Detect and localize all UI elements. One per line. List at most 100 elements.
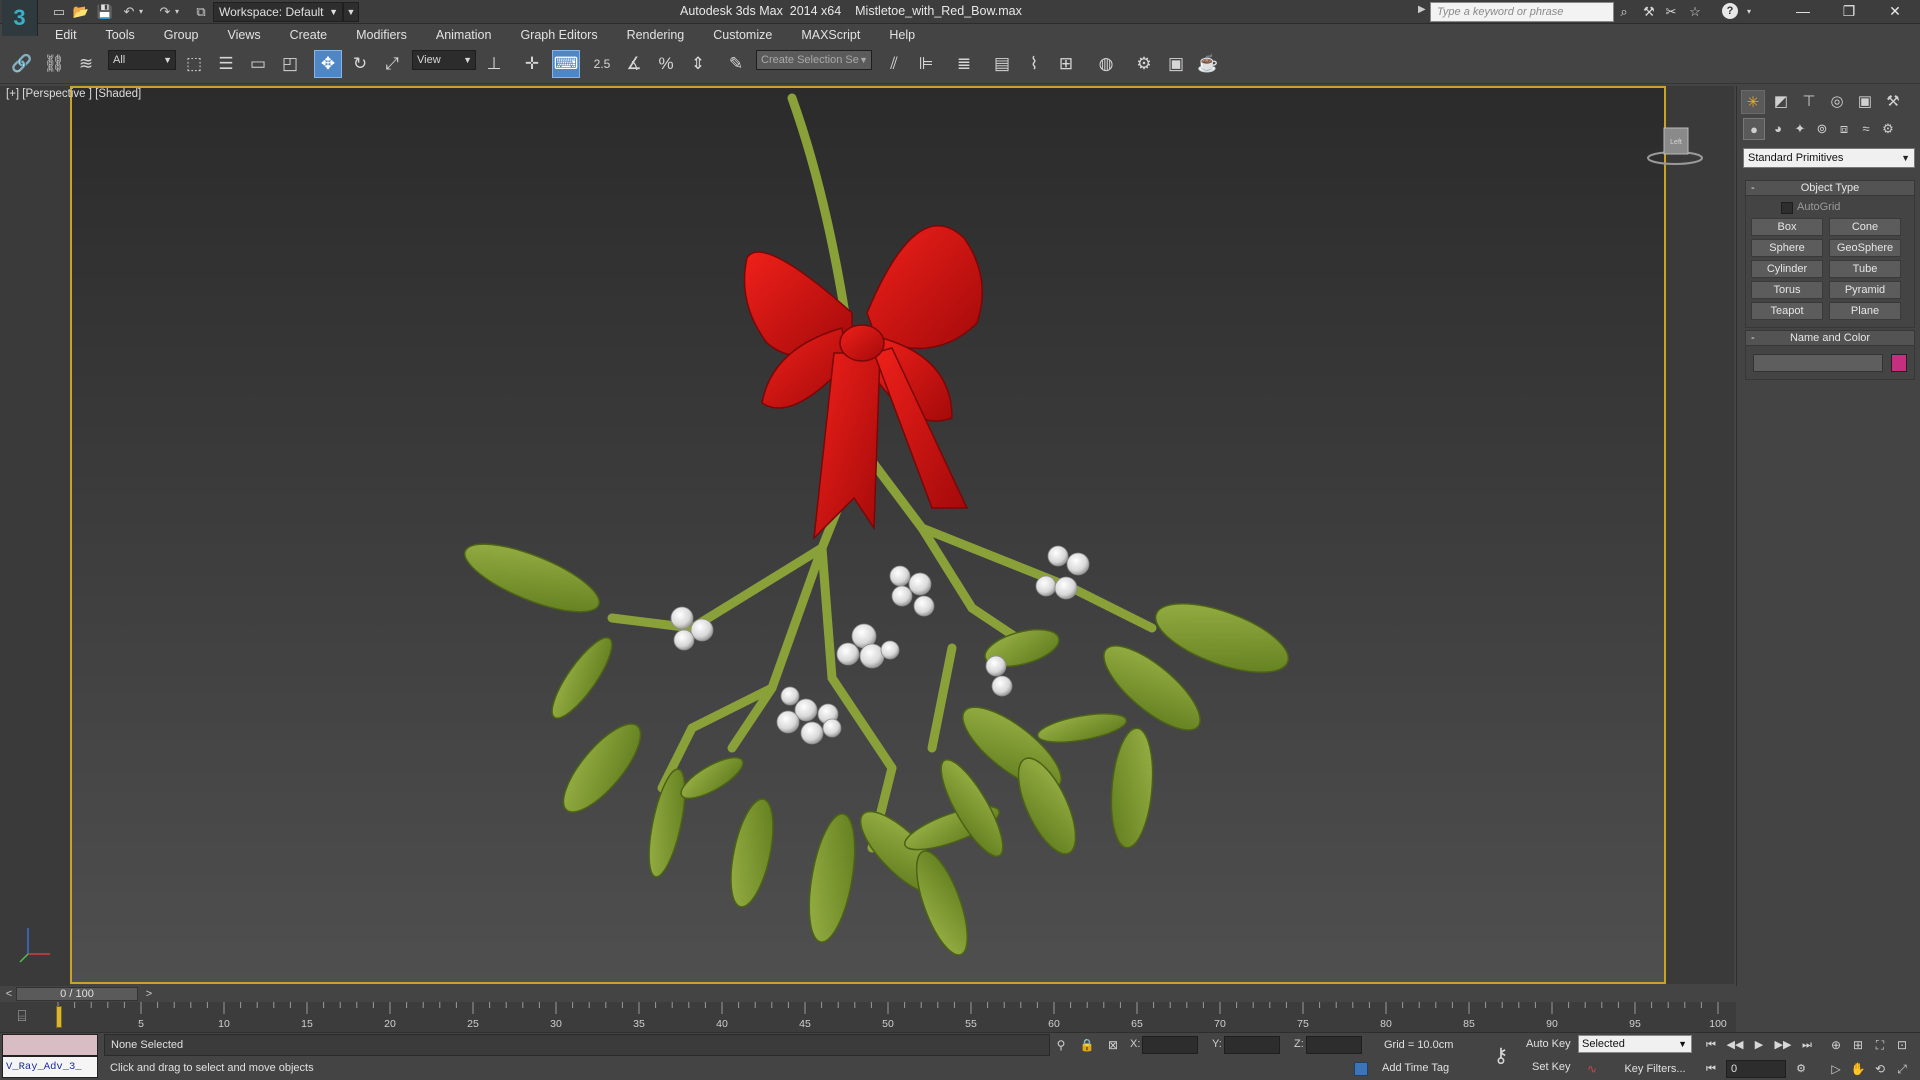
select-and-scale-icon[interactable]: ⤢ [378, 50, 406, 78]
go-to-start-icon[interactable]: ⏮ [1700, 1036, 1722, 1054]
track-ruler[interactable]: 5 10 15 20 25 30 35 40 45 50 55 60 65 70 75 80 85 90 95 100 [56, 1002, 1736, 1032]
add-time-tag-button[interactable]: Add Time Tag [1352, 1058, 1482, 1078]
curve-editor-icon[interactable]: ⌇ [1020, 50, 1048, 78]
cameras-icon[interactable]: ⊚ [1811, 118, 1833, 140]
cone-button[interactable]: Cone [1829, 218, 1901, 236]
key-filter-curve-icon[interactable]: ∿ [1582, 1060, 1602, 1078]
align-icon[interactable]: ⊫ [912, 50, 940, 78]
create-tab-icon[interactable]: ✳ [1741, 90, 1765, 114]
maxscript-mini-listener[interactable] [2, 1034, 98, 1056]
maxscript-listener-input[interactable]: V_Ray_Adv_3_ [2, 1056, 98, 1078]
previous-frame-icon[interactable]: ◀◀ [1724, 1036, 1746, 1054]
key-mode-dropdown[interactable]: Selected ▼ [1578, 1035, 1692, 1053]
time-configuration-icon[interactable]: ⚙ [1790, 1060, 1812, 1078]
menu-animation[interactable]: Animation [436, 28, 492, 42]
time-slider-next-button[interactable]: > [142, 986, 156, 1002]
unlink-selection-icon[interactable]: ⛓ [40, 50, 68, 78]
menu-modifiers[interactable]: Modifiers [356, 28, 407, 42]
torus-button[interactable]: Torus [1751, 281, 1823, 299]
menu-group[interactable]: Group [164, 28, 199, 42]
modify-tab-icon[interactable]: ◩ [1769, 90, 1793, 114]
key-filters-button[interactable]: Key Filters... [1618, 1060, 1692, 1078]
viewport-label[interactable]: [+] [Perspective ] [Shaded] [6, 88, 141, 100]
quick-access-customize-icon[interactable]: ▼ [343, 2, 359, 22]
mini-curve-editor-icon[interactable]: ⌸ [8, 1008, 36, 1026]
geometry-icon[interactable]: ● [1743, 118, 1765, 140]
plane-button[interactable]: Plane [1829, 302, 1901, 320]
maximize-viewport-icon[interactable]: ⤢ [1892, 1060, 1912, 1078]
snaps-toggle-icon[interactable]: 2.5 [588, 50, 616, 78]
y-coord-field[interactable] [1224, 1036, 1280, 1054]
select-by-name-icon[interactable]: ☰ [212, 50, 240, 78]
pivot-center-icon[interactable]: ⊥ [480, 50, 508, 78]
communication-icon[interactable]: ✂ [1662, 3, 1680, 21]
select-object-icon[interactable]: ⬚ [180, 50, 208, 78]
pyramid-button[interactable]: Pyramid [1829, 281, 1901, 299]
x-coord-field[interactable] [1142, 1036, 1198, 1054]
window-crossing-icon[interactable]: ◰ [276, 50, 304, 78]
new-file-icon[interactable]: ▭ [50, 3, 68, 21]
shapes-icon[interactable]: ◕ [1767, 118, 1789, 140]
app-logo-icon[interactable]: 3 [2, 0, 38, 36]
menu-maxscript[interactable]: MAXScript [801, 28, 860, 42]
zoom-extents-all-icon[interactable]: ⊡ [1892, 1036, 1912, 1054]
spinner-snap-icon[interactable]: ⇕ [684, 50, 712, 78]
select-manipulate-icon[interactable]: ✛ [518, 50, 546, 78]
zoom-all-icon[interactable]: ⊞ [1848, 1036, 1868, 1054]
selection-lock-icon[interactable]: 🔒 [1078, 1036, 1096, 1054]
motion-tab-icon[interactable]: ◎ [1825, 90, 1849, 114]
primitive-category-dropdown[interactable]: Standard Primitives ▼ [1743, 148, 1915, 168]
layer-manager-icon[interactable]: ≣ [950, 50, 978, 78]
search-input[interactable]: Type a keyword or phrase [1430, 2, 1614, 22]
menu-edit[interactable]: Edit [55, 28, 77, 42]
menu-create[interactable]: Create [290, 28, 328, 42]
next-frame-icon[interactable]: ▶▶ [1772, 1036, 1794, 1054]
set-key-button[interactable]: Set Key [1532, 1061, 1571, 1073]
named-selection-dropdown[interactable]: Create Selection Se ▼ [756, 50, 872, 70]
tube-button[interactable]: Tube [1829, 260, 1901, 278]
box-button[interactable]: Box [1751, 218, 1823, 236]
menu-tools[interactable]: Tools [106, 28, 135, 42]
keyboard-shortcut-override-icon[interactable]: ⌨ [552, 50, 580, 78]
mirror-icon[interactable]: ⫽ [880, 50, 908, 78]
time-cursor[interactable] [56, 1006, 62, 1028]
search-collapse-icon[interactable]: ▶ [1418, 4, 1426, 15]
space-warps-icon[interactable]: ≈ [1855, 118, 1877, 140]
rectangular-selection-icon[interactable]: ▭ [244, 50, 272, 78]
name-and-color-rollout-header[interactable]: - Name and Color [1745, 330, 1915, 346]
display-tab-icon[interactable]: ▣ [1853, 90, 1877, 114]
project-folder-icon[interactable]: ⧉ [192, 3, 210, 21]
zoom-icon[interactable]: ⊕ [1826, 1036, 1846, 1054]
systems-icon[interactable]: ⚙ [1877, 118, 1899, 140]
selection-filter-dropdown[interactable]: All ▼ [108, 50, 176, 70]
select-and-move-icon[interactable]: ✥ [314, 50, 342, 78]
reference-coordinate-dropdown[interactable]: View ▼ [412, 50, 476, 70]
go-to-end-icon[interactable]: ⏭ [1796, 1036, 1818, 1054]
render-setup-icon[interactable]: ⚙ [1130, 50, 1158, 78]
time-slider-thumb[interactable]: 0 / 100 [16, 987, 138, 1001]
object-type-rollout-header[interactable]: - Object Type [1745, 180, 1915, 196]
helpers-icon[interactable]: ⧈ [1833, 118, 1855, 140]
schematic-view-icon[interactable]: ⊞ [1052, 50, 1080, 78]
geosphere-button[interactable]: GeoSphere [1829, 239, 1901, 257]
material-editor-icon[interactable]: ◍ [1092, 50, 1120, 78]
auto-key-button[interactable]: Auto Key [1526, 1038, 1571, 1050]
restore-window-icon[interactable]: ❐ [1826, 0, 1872, 24]
percent-snap-icon[interactable]: % [652, 50, 680, 78]
zoom-extents-icon[interactable]: ⛶ [1870, 1036, 1890, 1054]
favorites-star-icon[interactable]: ☆ [1686, 3, 1704, 21]
bind-space-warp-icon[interactable]: ≋ [72, 50, 100, 78]
pan-view-icon[interactable]: ✋ [1848, 1060, 1868, 1078]
help-dropdown-icon[interactable]: ▾ [1740, 3, 1758, 21]
hierarchy-tab-icon[interactable]: ⊤ [1797, 90, 1821, 114]
help-icon[interactable]: ? [1722, 3, 1738, 19]
menu-graph-editors[interactable]: Graph Editors [520, 28, 597, 42]
set-key-icon[interactable]: ⚷ [1486, 1044, 1516, 1068]
menu-views[interactable]: Views [227, 28, 260, 42]
menu-customize[interactable]: Customize [713, 28, 772, 42]
time-slider-prev-button[interactable]: < [2, 986, 16, 1002]
graphite-ribbon-icon[interactable]: ▤ [988, 50, 1016, 78]
close-window-icon[interactable]: ✕ [1872, 0, 1918, 24]
field-of-view-icon[interactable]: ▷ [1826, 1060, 1846, 1078]
select-and-link-icon[interactable]: 🔗 [8, 50, 36, 78]
